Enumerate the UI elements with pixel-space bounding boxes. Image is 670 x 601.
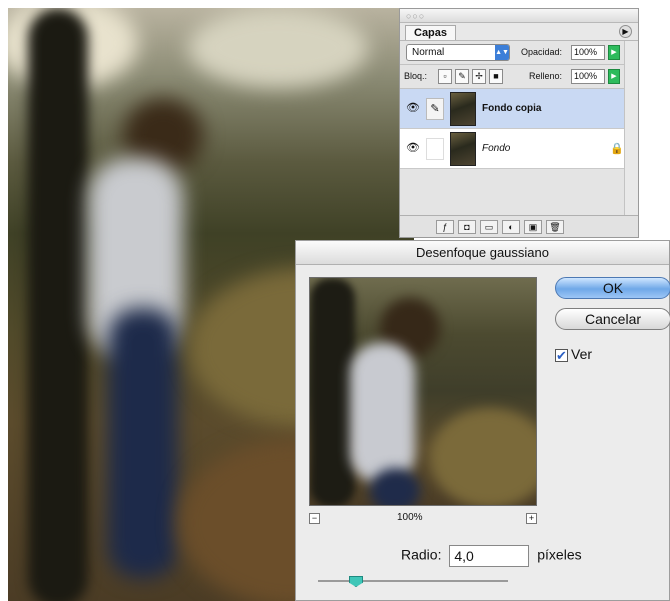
layer-thumbnail <box>450 92 476 126</box>
radius-input[interactable]: 4,0 <box>449 545 530 567</box>
dialog-title: Desenfoque gaussiano <box>296 241 669 265</box>
zoom-level: 100% <box>397 512 423 523</box>
layers-scrollbar[interactable] <box>624 41 638 217</box>
ok-button[interactable]: OK <box>555 277 670 299</box>
radius-label: Radio: <box>401 546 442 563</box>
brush-icon[interactable]: ✎ <box>426 98 444 120</box>
layer-name: Fondo <box>482 143 511 154</box>
link-slot[interactable] <box>426 138 444 160</box>
zoom-out-button[interactable]: − <box>309 513 320 524</box>
panel-menu-arrow-icon[interactable]: ▶ <box>619 25 632 38</box>
blur-preview[interactable] <box>309 277 537 506</box>
fill-slider-arrow-icon[interactable]: ▶ <box>608 69 620 84</box>
eye-icon[interactable]: 👁 <box>406 142 420 154</box>
blend-mode-select[interactable]: Normal ▲▼ <box>406 44 510 61</box>
window-controls-icon[interactable]: ○○○ <box>406 11 425 21</box>
radius-unit: píxeles <box>537 546 582 563</box>
opacity-label: Opacidad: <box>521 47 563 57</box>
lock-paint-icon[interactable]: ✎ <box>455 69 469 84</box>
preview-checkbox-label: Ver <box>571 346 593 362</box>
layers-bottom-toolbar: ƒ ◘ ▭ ◐ ▣ 🗑 <box>400 215 638 237</box>
radius-row: Radio: 4,0 píxeles <box>401 545 582 567</box>
lock-icon: 🔒 <box>610 143 624 155</box>
layer-name: Fondo copia <box>482 103 542 114</box>
zoom-in-button[interactable]: + <box>526 513 537 524</box>
radius-slider-thumb[interactable] <box>349 576 363 587</box>
layer-row-fondo[interactable]: 👁 Fondo 🔒 <box>400 129 638 169</box>
opacity-slider-arrow-icon[interactable]: ▶ <box>608 45 620 60</box>
trash-icon[interactable]: 🗑 <box>546 220 564 234</box>
eye-icon[interactable]: 👁 <box>406 102 420 114</box>
blend-opacity-row: Normal ▲▼ Opacidad: 100% ▶ <box>400 41 638 65</box>
checkmark-icon: ✔ <box>555 348 568 363</box>
lock-all-icon[interactable]: ■ <box>489 69 503 84</box>
layers-tab-row: Capas ▶ <box>400 23 638 41</box>
tab-layers[interactable]: Capas <box>405 25 457 40</box>
layer-mask-icon[interactable]: ◘ <box>458 220 476 234</box>
gaussian-blur-dialog: Desenfoque gaussiano − 100% + OK Cancela… <box>295 240 670 601</box>
lock-transparency-icon[interactable]: ▫ <box>438 69 452 84</box>
fill-label: Relleno: <box>529 71 563 81</box>
cancel-button[interactable]: Cancelar <box>555 308 670 330</box>
radius-slider[interactable] <box>318 576 508 587</box>
lock-move-icon[interactable]: ✢ <box>472 69 486 84</box>
layer-row-fondo-copia[interactable]: 👁 ✎ Fondo copia <box>400 89 638 129</box>
lock-label: Bloq.: <box>404 71 428 81</box>
adjustment-layer-icon[interactable]: ◐ <box>502 220 520 234</box>
fill-field[interactable]: 100% <box>571 69 605 84</box>
layer-style-icon[interactable]: ƒ <box>436 220 454 234</box>
layers-panel-titlebar[interactable]: ○○○ <box>400 9 638 23</box>
new-group-icon[interactable]: ▭ <box>480 220 498 234</box>
preview-checkbox[interactable]: ✔ Ver <box>555 346 592 362</box>
layers-panel: ○○○ Capas ▶ Normal ▲▼ Opacidad: 100% ▶ B… <box>399 8 639 238</box>
lock-fill-row: Bloq.: ▫ ✎ ✢ ■ Relleno: 100% ▶ <box>400 65 638 89</box>
preview-zoom-controls: − 100% + <box>309 511 537 527</box>
layer-thumbnail <box>450 132 476 166</box>
select-arrows-icon: ▲▼ <box>495 45 509 60</box>
opacity-field[interactable]: 100% <box>571 45 605 60</box>
new-layer-icon[interactable]: ▣ <box>524 220 542 234</box>
blend-mode-value: Normal <box>412 47 445 58</box>
